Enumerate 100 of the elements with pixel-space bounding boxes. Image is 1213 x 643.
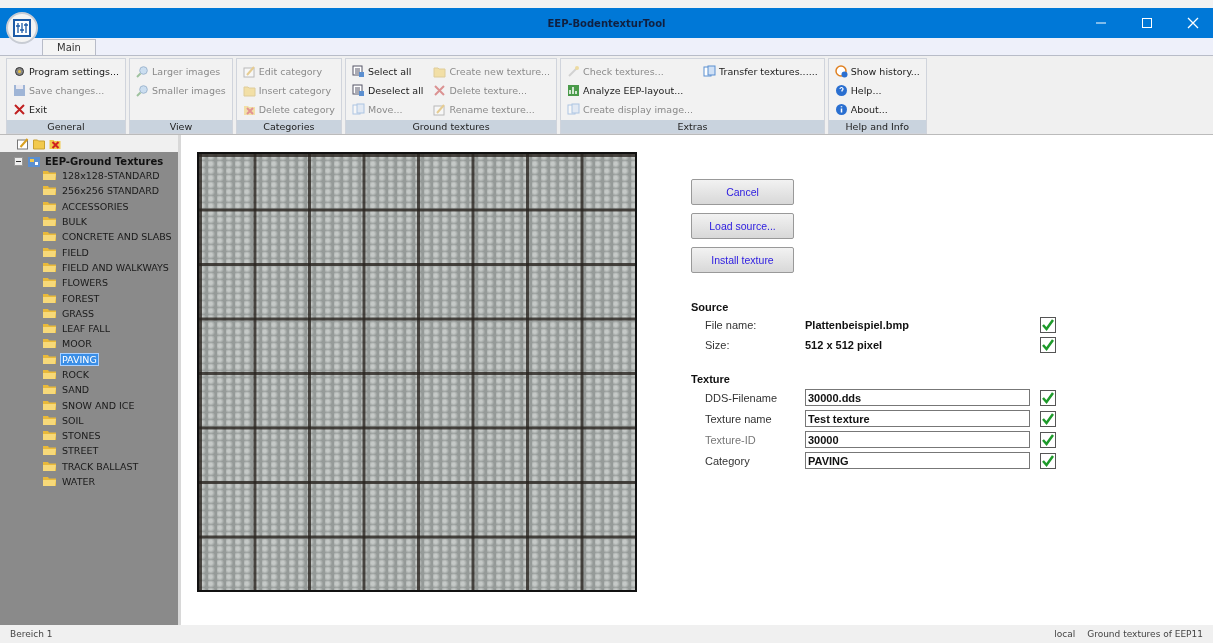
action-button[interactable]: Install texture [691,247,794,273]
pages-icon [351,102,365,116]
pages-icon [703,64,717,78]
pages-icon [567,102,581,116]
tree-root-label[interactable]: EEP-Ground Textures [45,155,164,167]
ribbon-tab[interactable]: Main [42,39,96,55]
ribbon-button[interactable]: Analyze EEP-layout... [565,81,696,99]
texture-library-icon [27,154,41,168]
app-menu-button[interactable] [6,12,38,44]
section-heading: Texture [691,373,731,385]
folder-icon [42,369,57,380]
sliders-icon [13,19,31,37]
folder-icon [42,170,57,182]
tree-item[interactable]: STONES [61,430,102,442]
tree-item[interactable]: FIELD [61,246,90,258]
tree-item[interactable]: FIELD AND WALKWAYS [61,261,170,273]
field-value: Plattenbeispiel.bmp [805,319,910,331]
tree-item[interactable]: SOIL [61,414,85,426]
folder-icon [433,64,447,78]
tree-item[interactable]: MOOR [61,338,93,350]
tree-item[interactable]: GRASS [61,307,96,319]
folder-icon [42,261,57,273]
folder-icon [42,353,57,365]
magnifier-icon [136,64,150,78]
status-text: Bereich 1 [10,629,53,639]
folder-icon [42,307,57,319]
folder-icon [42,460,57,472]
input-field[interactable]: PAVING [805,452,1030,469]
field-label: Texture-ID [705,433,757,446]
magnifier-icon [136,83,150,97]
ribbon-button[interactable]: Deselect all [349,81,426,99]
info-icon [834,102,848,116]
collapse-icon[interactable] [14,156,23,166]
list-icon [351,64,365,78]
group-label: Help and Info [828,120,926,133]
ribbon-button[interactable]: Help... [832,81,922,99]
folder-icon [42,384,57,396]
action-button[interactable]: Cancel [691,179,794,205]
close-icon [433,83,447,97]
tree-item[interactable]: BULK [61,216,88,228]
field-value: 512 x 512 pixel [805,339,884,351]
folder-icon [42,323,57,335]
folder-icon [42,216,57,228]
help-icon [834,83,848,97]
section-heading: Source [691,301,730,313]
save-icon [13,83,26,97]
folder-icon [42,246,57,258]
pencil-icon [242,64,256,78]
status-text: Ground textures of EEP11 [1087,629,1203,639]
group-label: General [7,120,126,133]
group-label: Extras [561,120,824,133]
tree-item[interactable]: 128x128-STANDARD [61,170,161,182]
ribbon-button[interactable]: Transfer textures...... [701,62,820,80]
folder-icon [42,399,57,411]
ribbon-button[interactable]: Exit [11,100,122,118]
status-text: local [1054,629,1076,639]
maximize-icon[interactable] [1141,17,1153,29]
tree-item[interactable]: 256x256 STANDARD [61,185,161,197]
tree-item[interactable]: SNOW AND ICE [61,399,136,411]
checkbox[interactable] [1040,337,1056,353]
list-icon [351,83,365,97]
tree-item[interactable]: FLOWERS [61,277,109,289]
tree-item[interactable]: FOREST [61,292,101,304]
window-title: EEP-BodentexturTool [547,17,666,29]
checkbox[interactable] [1040,452,1056,469]
folder-delete-icon[interactable] [48,137,62,150]
group-label: View [130,120,232,133]
tree-item[interactable]: ACCESSORIES [61,200,130,212]
checkbox[interactable] [1040,389,1056,406]
ribbon-button[interactable]: About... [832,100,922,118]
ribbon-button[interactable]: Show history... [832,62,922,80]
input-field[interactable]: Test texture [805,410,1030,427]
folder-icon [242,83,256,97]
tree-item[interactable]: ROCK [61,369,90,380]
ribbon-button[interactable]: Select all [349,62,426,80]
close-icon[interactable] [1187,17,1199,29]
group-label: Ground textures [345,120,557,133]
input-field[interactable]: 30000.dds [805,389,1030,406]
action-button[interactable]: Load source... [691,213,794,239]
tree-item[interactable]: LEAF FALL [61,323,111,335]
field-label: DDS-Filename [705,391,779,404]
field-label: File name: [705,319,758,331]
ribbon-button[interactable]: Program settings... [11,62,122,80]
tree-item[interactable]: TRACK BALLAST [61,460,140,472]
folder-icon [42,292,57,304]
folder-icon [42,430,57,442]
tree-item[interactable]: STREET [61,445,100,457]
folder-icon [42,200,57,212]
wand-icon [567,64,581,78]
checkbox[interactable] [1040,317,1056,333]
close-icon [13,102,26,116]
tree-item[interactable]: PAVING [61,353,98,365]
pencil-icon[interactable] [16,137,30,150]
checkbox[interactable] [1040,410,1056,427]
tree-item[interactable]: WATER [61,476,97,488]
folder-icon [42,476,57,488]
tree-item[interactable]: SAND [61,384,91,396]
tree-item[interactable]: CONCRETE AND SLABS [61,231,173,243]
folder-icon [42,277,57,289]
folder-icon [42,231,57,243]
